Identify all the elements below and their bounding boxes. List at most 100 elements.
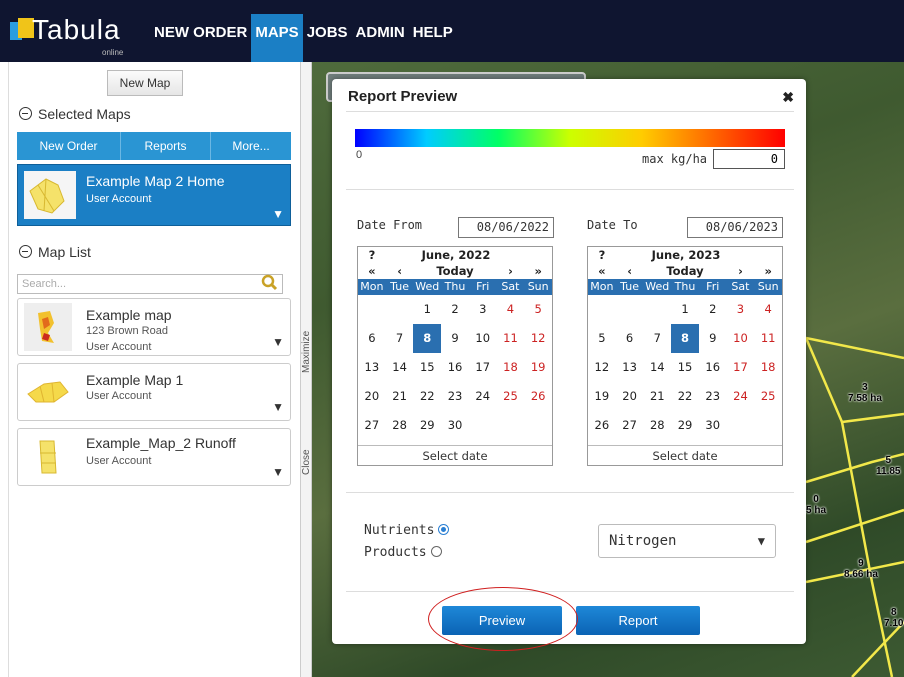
paddock-label[interactable]: 05 ha <box>806 494 826 516</box>
radio-unselected-icon[interactable] <box>430 546 442 557</box>
date-from-input[interactable]: 08/06/2022 <box>458 217 554 238</box>
calendar-day[interactable]: 17 <box>469 353 497 382</box>
calendar-day[interactable]: 27 <box>358 411 386 440</box>
nav-admin[interactable]: ADMIN <box>352 14 409 62</box>
calendar-day[interactable]: 3 <box>469 295 497 324</box>
close-icon[interactable]: ✖ <box>782 89 794 106</box>
tabula-logo[interactable]: Tabula online <box>10 14 150 57</box>
calendar-day[interactable]: 30 <box>699 411 727 440</box>
calendar-day[interactable]: 29 <box>413 411 441 440</box>
today-button[interactable]: Today <box>643 263 726 279</box>
date-to-input[interactable]: 08/06/2023 <box>687 217 783 238</box>
calendar-day[interactable]: 10 <box>727 324 755 353</box>
calendar-day[interactable]: 7 <box>643 324 671 353</box>
calendar-day[interactable]: 19 <box>588 382 616 411</box>
radio-selected-icon[interactable] <box>438 524 450 535</box>
calendar-day[interactable]: 13 <box>616 353 644 382</box>
calendar-day[interactable]: 18 <box>754 353 782 382</box>
calendar-day[interactable]: 26 <box>524 382 552 411</box>
calendar-day[interactable]: 11 <box>497 324 525 353</box>
expand-triangle-icon[interactable]: ▼ <box>272 400 284 414</box>
nav-jobs[interactable]: JOBS <box>303 14 352 62</box>
tab-more[interactable]: More... <box>211 132 291 160</box>
calendar-day[interactable]: 29 <box>671 411 699 440</box>
calendar-day[interactable]: 15 <box>671 353 699 382</box>
calendar-day[interactable]: 4 <box>754 295 782 324</box>
prev-year-button[interactable]: « <box>588 263 616 279</box>
calendar-day[interactable]: 5 <box>524 295 552 324</box>
calendar-day[interactable]: 12 <box>524 324 552 353</box>
paddock-label[interactable]: 3 7.58 ha <box>848 382 882 404</box>
map-list-header[interactable]: Map List <box>19 244 91 260</box>
prev-month-button[interactable]: ‹ <box>386 263 414 279</box>
calendar-day[interactable]: 17 <box>727 353 755 382</box>
calendar-day[interactable]: 4 <box>497 295 525 324</box>
report-button[interactable]: Report <box>576 606 700 635</box>
calendar-day[interactable]: 13 <box>358 353 386 382</box>
calendar-day[interactable]: 15 <box>413 353 441 382</box>
map-list-item[interactable]: Example map 123 Brown Road User Account … <box>17 298 291 356</box>
expand-triangle-icon[interactable]: ▼ <box>272 465 284 479</box>
calendar-day[interactable]: 11 <box>754 324 782 353</box>
calendar-day[interactable]: 18 <box>497 353 525 382</box>
today-button[interactable]: Today <box>413 263 496 279</box>
new-map-button[interactable]: New Map <box>107 70 183 96</box>
selected-map-card[interactable]: Example Map 2 Home User Account ▼ <box>17 164 291 226</box>
map-search-input[interactable]: Search... <box>17 274 283 294</box>
prev-month-button[interactable]: ‹ <box>616 263 644 279</box>
calendar-day[interactable]: 8 <box>413 324 442 353</box>
calendar-help-button[interactable]: ? <box>358 247 386 263</box>
calendar-day[interactable]: 6 <box>358 324 386 353</box>
map-list-item[interactable]: Example_Map_2 Runoff User Account ▼ <box>17 428 291 486</box>
calendar-day[interactable]: 12 <box>588 353 616 382</box>
calendar-day[interactable]: 25 <box>497 382 525 411</box>
nav-new-order[interactable]: NEW ORDER <box>150 14 251 62</box>
calendar-day[interactable]: 16 <box>441 353 469 382</box>
calendar-day[interactable]: 21 <box>386 382 414 411</box>
calendar-day[interactable]: 27 <box>616 411 644 440</box>
next-year-button[interactable]: » <box>524 263 552 279</box>
calendar-day[interactable]: 2 <box>441 295 469 324</box>
nutrient-select[interactable]: Nitrogen ▼ <box>598 524 776 558</box>
calendar-day[interactable]: 20 <box>358 382 386 411</box>
calendar-day[interactable]: 25 <box>754 382 782 411</box>
calendar-day[interactable]: 22 <box>671 382 699 411</box>
next-month-button[interactable]: › <box>727 263 755 279</box>
calendar-day[interactable]: 23 <box>441 382 469 411</box>
radio-nutrients[interactable]: Nutrients <box>364 523 450 538</box>
search-icon[interactable] <box>261 274 279 292</box>
tab-new-order[interactable]: New Order <box>17 132 121 160</box>
nav-maps[interactable]: MAPS <box>251 14 303 62</box>
calendar-day[interactable]: 14 <box>643 353 671 382</box>
calendar-day[interactable]: 26 <box>588 411 616 440</box>
nav-help[interactable]: HELP <box>409 14 457 62</box>
calendar-day[interactable]: 9 <box>441 324 469 353</box>
calendar-day[interactable]: 28 <box>643 411 671 440</box>
calendar-day[interactable]: 1 <box>671 295 699 324</box>
calendar-day[interactable]: 2 <box>699 295 727 324</box>
calendar-day[interactable]: 24 <box>469 382 497 411</box>
calendar-day[interactable]: 21 <box>643 382 671 411</box>
calendar-help-button[interactable]: ? <box>588 247 616 263</box>
paddock-label[interactable]: 5 11.85 <box>876 455 900 477</box>
paddock-label[interactable]: 8 7.10 <box>884 607 903 629</box>
calendar-day[interactable]: 6 <box>616 324 644 353</box>
calendar-day[interactable]: 8 <box>671 324 699 353</box>
calendar-day[interactable]: 3 <box>727 295 755 324</box>
calendar-day[interactable]: 16 <box>699 353 727 382</box>
calendar-day[interactable]: 9 <box>699 324 727 353</box>
radio-products[interactable]: Products <box>364 545 442 560</box>
calendar-day[interactable]: 14 <box>386 353 414 382</box>
tab-reports[interactable]: Reports <box>121 132 211 160</box>
map-list-item[interactable]: Example Map 1 User Account ▼ <box>17 363 291 421</box>
expand-triangle-icon[interactable]: ▼ <box>272 207 284 221</box>
calendar-day[interactable]: 30 <box>441 411 469 440</box>
calendar-day[interactable]: 1 <box>413 295 441 324</box>
selected-maps-header[interactable]: Selected Maps <box>19 106 131 122</box>
prev-year-button[interactable]: « <box>358 263 386 279</box>
calendar-day[interactable]: 24 <box>727 382 755 411</box>
calendar-day[interactable]: 7 <box>386 324 414 353</box>
max-kg-ha-input[interactable]: 0 <box>713 149 785 169</box>
calendar-day[interactable]: 19 <box>524 353 552 382</box>
calendar-day[interactable]: 5 <box>588 324 616 353</box>
